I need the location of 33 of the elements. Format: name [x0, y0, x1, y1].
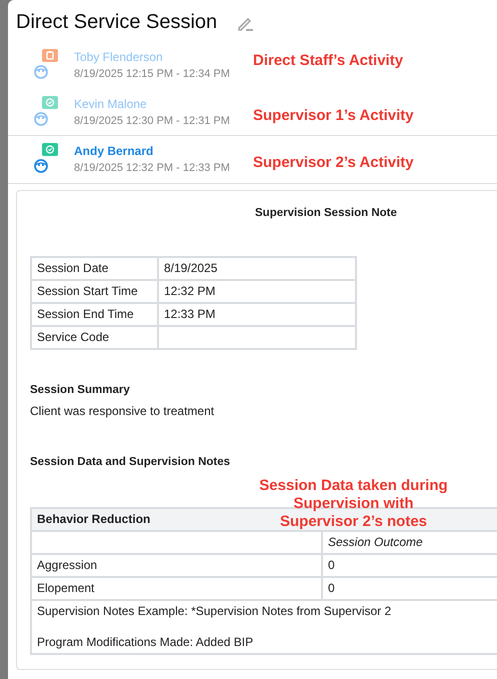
person-name: Kevin Malone [74, 96, 148, 112]
table-cell: 8/19/2025 [158, 256, 356, 280]
table-cell: Elopement [31, 577, 322, 600]
activity-item[interactable]: Kevin Malone 8/19/2025 12:30 PM - 12:31 PM Supervisor 1’s Activity [8, 88, 497, 135]
time-range: 8/19/2025 12:32 PM - 12:33 PM [74, 161, 231, 176]
summary-text: Client was responsive to treatment [30, 403, 216, 420]
table-cell: 12:33 PM [158, 302, 356, 326]
avatar-icon [34, 159, 48, 174]
section-heading: Session Data and Supervision Notes [30, 455, 230, 470]
annotation-text: Session Data taken during Supervision with Supervisor 2’s notes [258, 476, 449, 530]
person-name: Toby Flenderson [74, 49, 164, 66]
note-text: Program Modifications Made: Added BIP [37, 634, 254, 652]
annotation-text: Supervisor 1’s Activity [253, 106, 414, 126]
activity-item[interactable]: Toby Flenderson 8/19/2025 12:15 PM - 12:34 PM Direct Staff’s Activity [8, 42, 497, 88]
note-text: Supervision Notes Example: *Supervision Notes from Supervisor 2 [37, 603, 392, 620]
table-cell: Session End Time [31, 302, 158, 326]
time-range: 8/19/2025 12:15 PM - 12:34 PM [74, 67, 231, 82]
person-name: Andy Bernard [74, 143, 154, 160]
table-cell: Session Date [31, 256, 158, 280]
table-cell: Service Code [31, 326, 158, 349]
table-cell: Session Start Time [31, 280, 158, 303]
window-title: Direct Service Session [16, 12, 218, 32]
table-cell: Aggression [31, 554, 322, 578]
avatar-icon [34, 112, 48, 126]
table-cell: 12:32 PM [158, 280, 356, 303]
time-range: 8/19/2025 12:30 PM - 12:31 PM [74, 114, 231, 128]
annotation-text: Supervisor 2’s Activity [253, 153, 414, 173]
annotation-text: Direct Staff’s Activity [253, 51, 404, 71]
note-title: Supervision Session Note [254, 206, 398, 220]
section-heading: Session Summary [30, 382, 131, 398]
avatar-icon [34, 65, 48, 80]
edit-icon[interactable] [237, 16, 254, 32]
activity-item[interactable]: Andy Bernard 8/19/2025 12:32 PM - 12:33 PM Supervisor 2’s Activity [8, 135, 497, 184]
